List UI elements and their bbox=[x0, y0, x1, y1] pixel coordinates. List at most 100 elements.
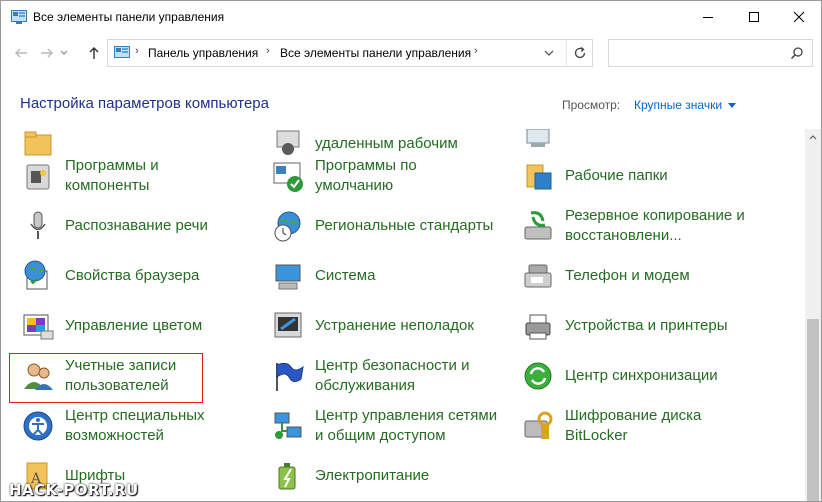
control-panel-item-label: Электропитание bbox=[315, 466, 429, 486]
page-title: Настройка параметров компьютера bbox=[20, 95, 269, 112]
forward-button[interactable] bbox=[37, 43, 57, 63]
breadcrumb-separator[interactable]: › bbox=[135, 45, 139, 57]
control-panel-item-label: Центр специальных возможностей bbox=[65, 406, 205, 446]
control-panel-item[interactable]: Телефон и модем bbox=[521, 251, 690, 301]
control-panel-item[interactable]: Программы по умолчанию bbox=[271, 151, 417, 201]
printer-icon bbox=[525, 314, 551, 340]
label-line: Центр синхронизации bbox=[565, 367, 718, 384]
watermark: HACK-PORT.RU bbox=[9, 481, 139, 499]
control-panel-item[interactable]: Региональные стандарты bbox=[271, 201, 493, 251]
control-panel-item-label: Распознавание речи bbox=[65, 216, 208, 236]
control-panel-item[interactable]: Управление цветом bbox=[21, 301, 202, 351]
control-panel-item-label: Региональные стандарты bbox=[315, 216, 493, 236]
breadcrumb-control-panel[interactable]: Панель управления bbox=[148, 46, 258, 60]
control-panel-item-label: Центр безопасности и обслуживания bbox=[315, 356, 469, 396]
label-line: Шифрование диска bbox=[565, 407, 702, 424]
minimize-button[interactable] bbox=[685, 1, 731, 33]
control-panel-item[interactable]: Центр специальных возможностей bbox=[21, 401, 205, 451]
system-icon bbox=[275, 264, 301, 290]
label-line: Устранение неполадок bbox=[315, 317, 474, 334]
breadcrumb-all-items[interactable]: Все элементы панели управления bbox=[280, 46, 471, 60]
bitlocker-icon bbox=[524, 411, 553, 439]
globe-clock-icon bbox=[274, 211, 301, 242]
microphone-icon bbox=[30, 211, 46, 239]
label-line: Рабочие папки bbox=[565, 167, 668, 184]
close-icon bbox=[793, 11, 805, 23]
up-button[interactable] bbox=[84, 43, 104, 63]
recent-locations-button[interactable] bbox=[57, 43, 71, 63]
scroll-thumb[interactable] bbox=[807, 319, 819, 501]
browser-options-icon bbox=[24, 260, 48, 290]
view-label: Просмотр: bbox=[562, 98, 621, 112]
breadcrumb-separator[interactable]: › bbox=[474, 45, 478, 57]
control-panel-item[interactable]: Резервное копирование и восстановлени... bbox=[521, 201, 745, 251]
minimize-icon bbox=[703, 17, 713, 18]
control-panel-item-label: Программы по умолчанию bbox=[315, 156, 417, 196]
refresh-button[interactable] bbox=[566, 40, 592, 66]
label-line: умолчанию bbox=[315, 177, 394, 194]
maximize-icon bbox=[749, 12, 759, 22]
label-line: Управление цветом bbox=[65, 317, 203, 334]
control-panel-item-label: Рабочие папки bbox=[565, 166, 668, 186]
control-panel-item-label: Программы и компоненты bbox=[65, 156, 159, 196]
control-panel-icon bbox=[114, 46, 130, 58]
view-mode-dropdown[interactable]: Крупные значки bbox=[634, 98, 737, 112]
label-line: Свойства браузера bbox=[65, 267, 200, 284]
control-panel-item-label: Свойства браузера bbox=[65, 266, 199, 286]
search-icon bbox=[790, 47, 803, 60]
window-title: Все элементы панели управления bbox=[33, 10, 225, 24]
work-folders-icon bbox=[526, 164, 552, 190]
control-panel-item[interactable]: Свойства браузера bbox=[21, 251, 199, 301]
control-panel-item[interactable]: Система bbox=[271, 251, 375, 301]
control-panel-item-label: Шифрование диска BitLocker bbox=[565, 406, 701, 446]
close-button[interactable] bbox=[776, 1, 821, 33]
label-line: Система bbox=[315, 267, 376, 284]
control-panel-item[interactable]: Шифрование диска BitLocker bbox=[521, 401, 701, 451]
label-line: Центр управления сетями bbox=[315, 407, 498, 424]
label-line: Устройства и принтеры bbox=[565, 317, 728, 334]
control-panel-item-label: Телефон и модем bbox=[565, 266, 690, 286]
control-panel-item[interactable]: Рабочие папки bbox=[521, 151, 668, 201]
items-grid: удаленным рабочим Программы и компоненты Пр… bbox=[1, 129, 805, 501]
control-panel-item[interactable]: Центр управления сетями и общим доступом bbox=[271, 401, 497, 451]
control-panel-icon bbox=[11, 10, 27, 24]
control-panel-item-label: Устройства и принтеры bbox=[565, 316, 727, 336]
control-panel-item-label: Устранение неполадок bbox=[315, 316, 474, 336]
backup-icon bbox=[524, 211, 552, 240]
control-panel-item[interactable]: Центр синхронизации bbox=[521, 351, 718, 401]
sync-center-icon bbox=[524, 362, 552, 390]
color-management-icon bbox=[23, 314, 54, 340]
back-button[interactable] bbox=[11, 43, 31, 63]
label-line: возможностей bbox=[65, 427, 164, 444]
control-panel-item[interactable]: Центр безопасности и обслуживания bbox=[271, 351, 469, 401]
label-line: Центр безопасности и bbox=[315, 357, 470, 374]
breadcrumb-separator[interactable]: › bbox=[266, 45, 270, 57]
control-panel-item[interactable]: Электропитание bbox=[271, 451, 429, 501]
label-line: Программы по bbox=[315, 157, 417, 174]
control-panel-item[interactable]: Программы и компоненты bbox=[21, 151, 159, 201]
control-panel-item-label: Управление цветом bbox=[65, 316, 202, 336]
search-input[interactable] bbox=[608, 39, 813, 67]
chevron-down-icon bbox=[60, 50, 68, 55]
control-panel-item[interactable]: Устройства и принтеры bbox=[521, 301, 727, 351]
control-panel-item[interactable]: Устранение неполадок bbox=[271, 301, 474, 351]
programs-icon bbox=[26, 164, 50, 190]
power-options-icon bbox=[278, 463, 296, 490]
troubleshooting-icon bbox=[274, 312, 302, 338]
flag-icon bbox=[276, 362, 304, 391]
caret-down-icon bbox=[728, 103, 737, 109]
address-dropdown-button[interactable] bbox=[536, 40, 562, 66]
control-panel-item[interactable]: Распознавание речи bbox=[21, 201, 208, 251]
arrow-right-icon bbox=[41, 48, 53, 58]
label-line: Программы и bbox=[65, 157, 159, 174]
address-bar[interactable]: › Панель управления › Все элементы панел… bbox=[107, 39, 593, 67]
label-line: BitLocker bbox=[565, 427, 628, 444]
arrow-left-icon bbox=[15, 48, 27, 58]
title-bar: Все элементы панели управления bbox=[1, 1, 821, 33]
navigation-bar: › Панель управления › Все элементы панел… bbox=[1, 33, 821, 73]
vertical-scrollbar[interactable] bbox=[805, 129, 821, 501]
scroll-up-button[interactable] bbox=[805, 129, 821, 145]
network-center-icon bbox=[274, 412, 302, 439]
maximize-button[interactable] bbox=[731, 1, 777, 33]
control-panel-item-label: Система bbox=[315, 266, 375, 286]
